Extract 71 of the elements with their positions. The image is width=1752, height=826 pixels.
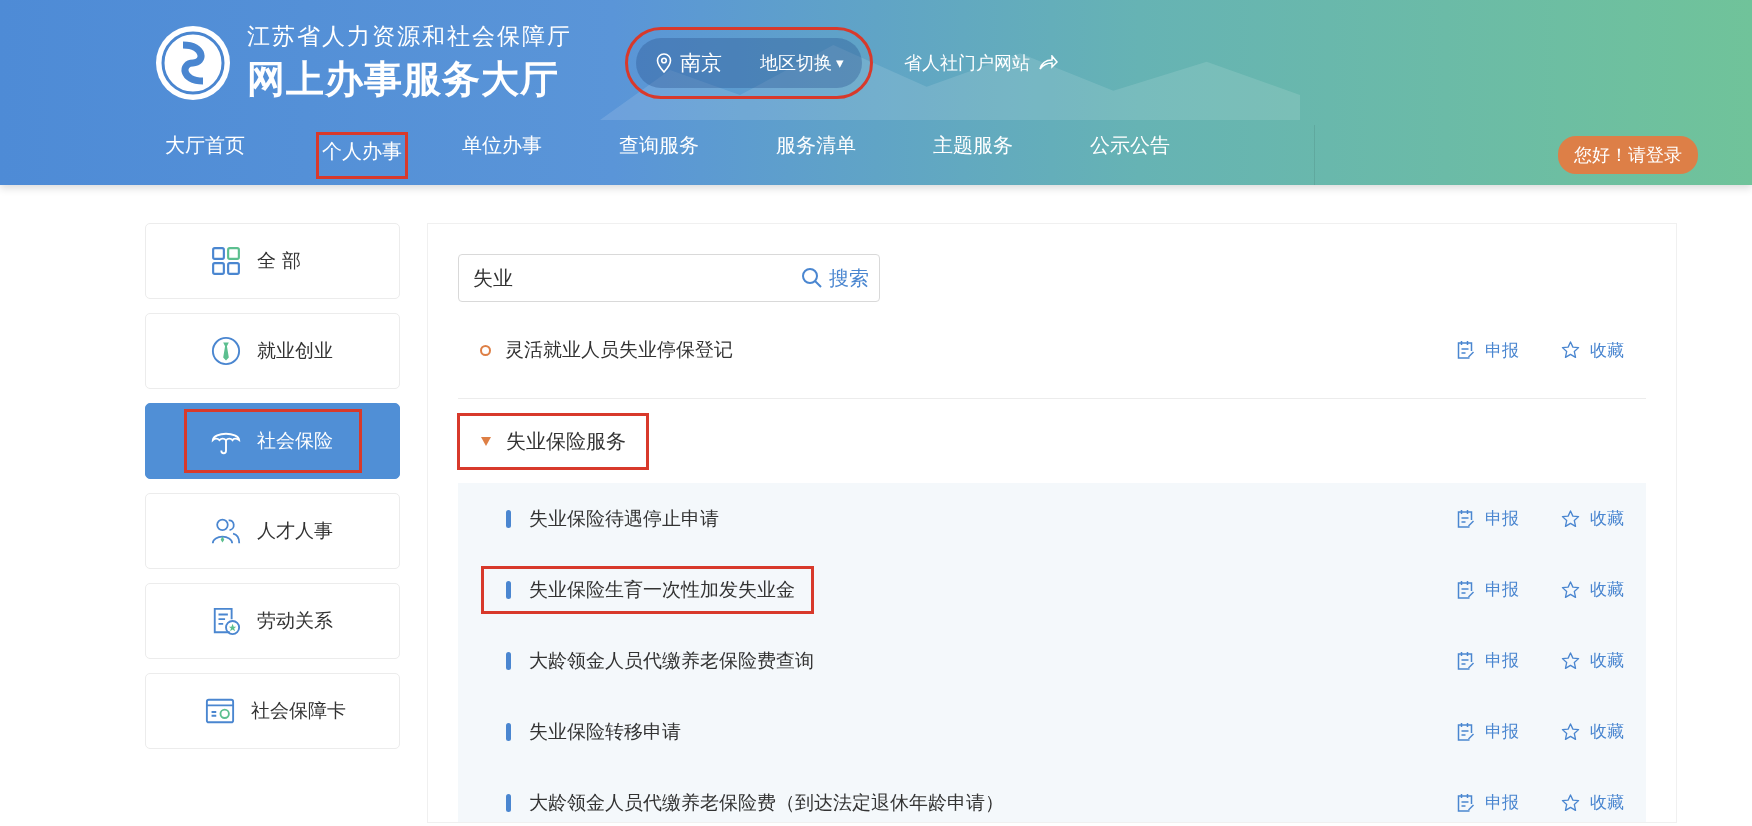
card-icon [205,696,235,726]
apply-link[interactable]: 申报 [1456,720,1519,743]
search-button[interactable]: 搜索 [801,264,869,292]
city-name: 南京 [680,49,722,77]
login-button[interactable]: 您好！请登录 [1558,136,1698,174]
star-icon [1561,340,1580,360]
form-icon [1456,721,1475,742]
category-button[interactable]: 社会保障卡 [145,673,400,749]
favorite-link[interactable]: 收藏 [1561,507,1624,530]
star-icon [1561,579,1580,600]
org-name: 江苏省人力资源和社会保障厅 [247,21,572,51]
category-label: 社会保障卡 [251,698,346,723]
ring-bullet-icon [480,344,491,356]
service-title[interactable]: 大龄领金人员代缴养老保险费查询 [529,647,814,674]
grid-icon [210,246,241,276]
search-field[interactable]: 失业 搜索 [458,254,880,302]
favorite-link[interactable]: 收藏 [1561,720,1624,743]
portal-link[interactable]: 省人社门户网站 [903,50,1030,75]
bullet-bar-icon [506,651,511,670]
nav-tab[interactable]: 公示公告 [1090,131,1247,179]
form-icon [1456,650,1475,671]
category-label: 就业创业 [256,338,333,363]
apply-link[interactable]: 申报 [1456,791,1519,814]
bullet-bar-icon [506,509,511,528]
apply-link[interactable]: 申报 [1456,649,1519,672]
nav-tab[interactable]: 查询服务 [619,131,776,179]
region-switch-link[interactable]: 地区切换 [760,50,832,75]
nav-tab[interactable]: 服务清单 [776,131,933,179]
favorite-link[interactable]: 收藏 [1561,649,1624,672]
service-title[interactable]: 失业保险待遇停止申请 [529,505,719,532]
category-label: 人才人事 [256,518,333,543]
hall-title: 网上办事服务大厅 [247,55,560,103]
share-arrow-icon [1037,54,1058,71]
bullet-bar-icon [506,580,511,599]
form-icon [1456,792,1475,813]
category-button[interactable]: 全 部 [145,223,400,299]
category-label: 全 部 [256,248,301,273]
category-label: 社会保险 [256,428,333,453]
triangle-icon [480,435,492,447]
apply-link[interactable]: 申报 [1456,338,1519,362]
service-title[interactable]: 失业保险生育一次性加发失业金 [529,576,795,603]
nav-tab[interactable]: 主题服务 [933,131,1090,179]
caret-icon: ▾ [836,53,844,72]
group-header[interactable]: 失业保险服务 [468,423,638,459]
category-label: 劳动关系 [256,608,333,633]
service-title[interactable]: 灵活就业人员失业停保登记 [505,337,733,363]
star-icon [1561,721,1580,742]
category-button[interactable]: 劳动关系 [145,583,400,659]
bullet-bar-icon [506,722,511,741]
star-icon [1561,792,1580,813]
star-icon [1561,508,1580,529]
location-pin-icon [656,52,672,73]
bullet-bar-icon [506,793,511,812]
favorite-link[interactable]: 收藏 [1561,578,1624,601]
apply-link[interactable]: 申报 [1456,578,1519,601]
favorite-link[interactable]: 收藏 [1561,338,1624,362]
service-title[interactable]: 失业保险转移申请 [529,718,681,745]
tie-icon [210,336,241,366]
star-icon [1561,650,1580,671]
category-button[interactable]: 社会保险 [145,403,400,479]
form-icon [1456,508,1475,529]
form-icon [1456,579,1475,600]
people-icon [210,516,241,546]
search-icon [801,267,823,289]
favorite-link[interactable]: 收藏 [1561,791,1624,814]
form-icon [1456,340,1475,360]
category-button[interactable]: 人才人事 [145,493,400,569]
category-button[interactable]: 就业创业 [145,313,400,389]
nav-tab[interactable]: 单位办事 [462,131,619,179]
apply-link[interactable]: 申报 [1456,507,1519,530]
service-title[interactable]: 大龄领金人员代缴养老保险费（到达法定退休年龄申请） [529,789,1004,816]
